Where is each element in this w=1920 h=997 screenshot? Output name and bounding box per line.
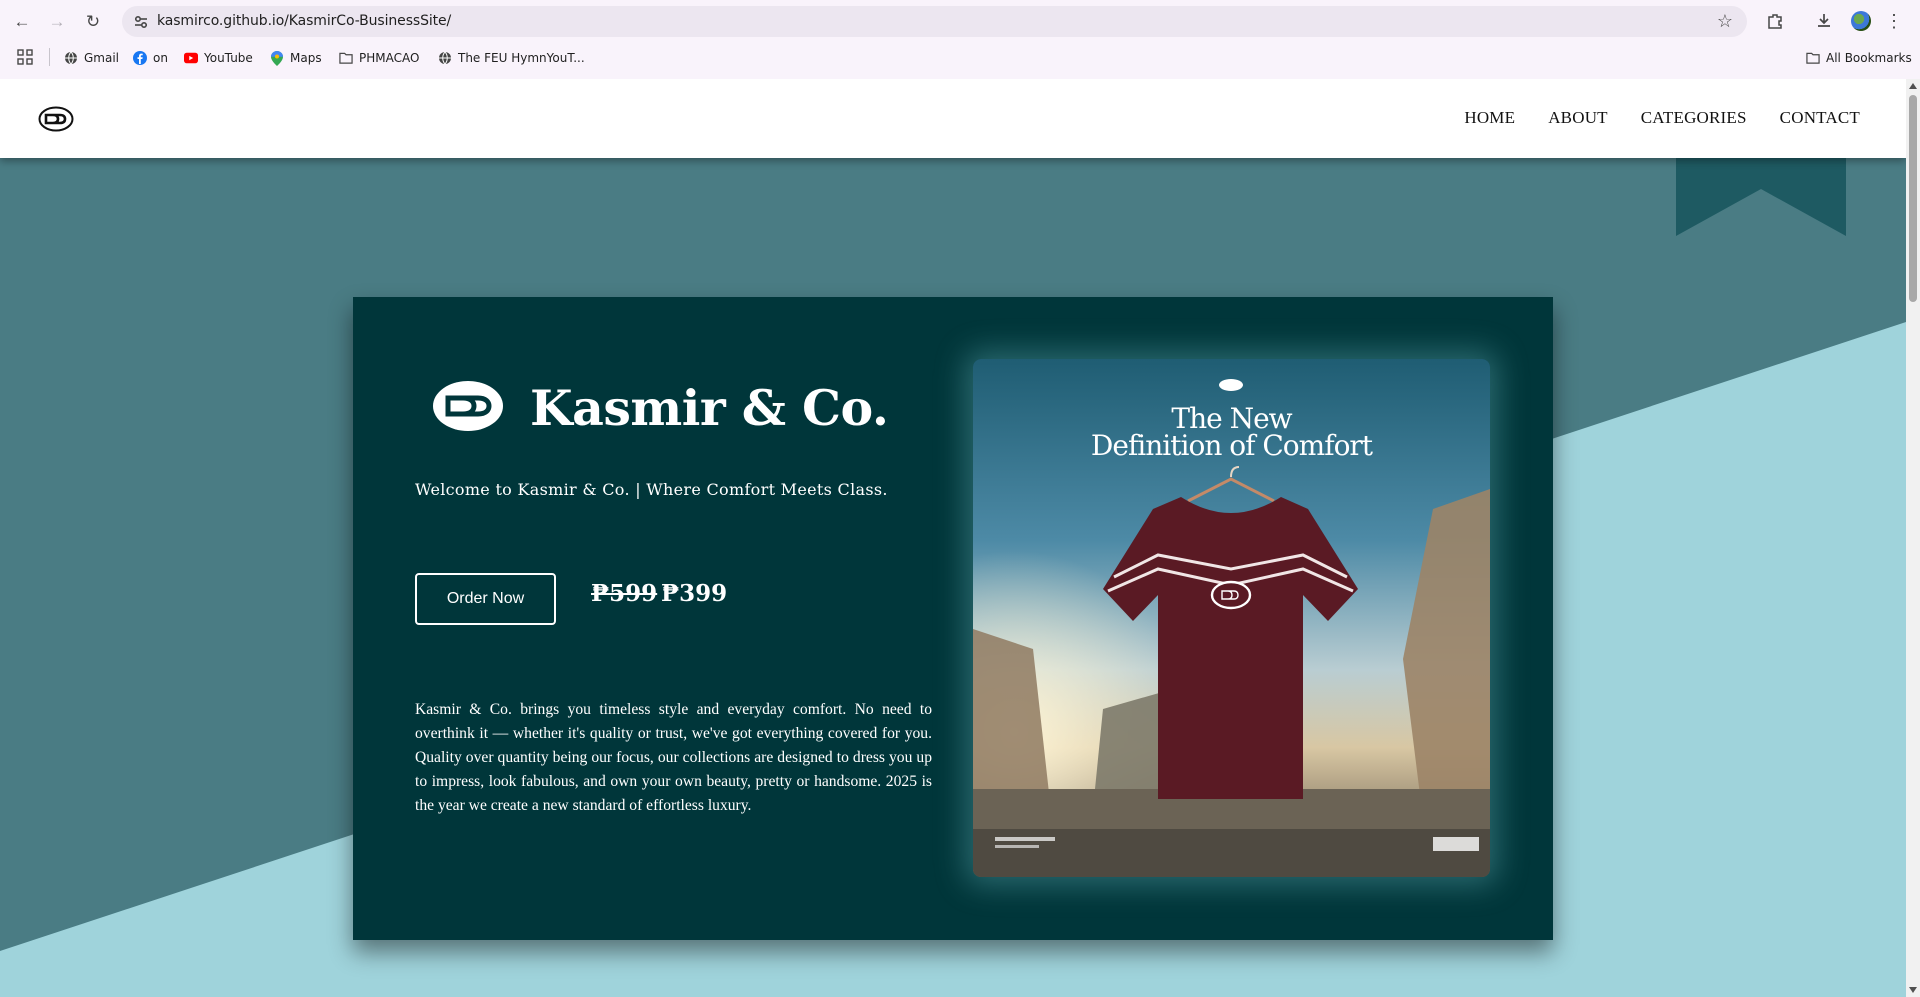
folder-icon [339,51,353,65]
page-viewport: HOME ABOUT CATEGORIES CONTACT Kasmir & C… [0,79,1920,997]
browser-toolbar: ← → ↻ kasmirco.github.io/KasmirCo-Busine… [0,0,1920,42]
download-icon[interactable] [1812,9,1836,33]
bookmark-maps[interactable]: Maps [270,49,322,67]
bookmarks-bar: Gmail on YouTube Maps PHMACAO The FEU Hy… [0,44,1920,72]
bookmark-facebook[interactable]: on [133,49,168,67]
poster-headline: The New Definition of Comfort [973,402,1490,462]
site-info-icon[interactable] [132,13,150,31]
bookmark-folder-phmacao[interactable]: PHMACAO [339,49,419,67]
price-sale: ₱399 [661,580,728,607]
brand-title: Kasmir & Co. [530,379,889,437]
bookmark-label: PHMACAO [359,51,420,65]
poster-headline-line-1: The New [1171,402,1292,435]
nav-categories-link[interactable]: CATEGORIES [1641,108,1747,128]
extensions-icon[interactable] [1763,9,1787,33]
all-bookmarks[interactable]: All Bookmarks [1806,49,1912,67]
page-scrollbar[interactable] [1906,79,1920,997]
brand-logo-icon [433,381,503,431]
reload-icon[interactable]: ↻ [80,9,106,35]
profile-avatar[interactable] [1849,9,1873,33]
hero-card: Kasmir & Co. Welcome to Kasmir & Co. | W… [353,297,1553,940]
bookmark-feu-hymn[interactable]: The FEU HymnYouT... [438,49,585,67]
nav-contact-link[interactable]: CONTACT [1780,108,1860,128]
bookmark-label: All Bookmarks [1826,51,1912,65]
nav-home-link[interactable]: HOME [1464,108,1515,128]
bookmark-label: YouTube [204,51,253,65]
hero-tagline: Welcome to Kasmir & Co. | Where Comfort … [415,480,888,499]
menu-kebab-icon[interactable]: ⋮ [1882,9,1906,33]
bookmark-label: Maps [290,51,322,65]
forward-icon[interactable]: → [44,9,70,35]
scrollbar-thumb[interactable] [1909,95,1917,302]
order-now-button[interactable]: Order Now [415,573,556,625]
back-icon[interactable]: ← [9,9,35,35]
poster-headline-line-2: Definition of Comfort [1090,429,1373,462]
globe-icon [64,51,78,65]
globe-icon [438,51,452,65]
folder-icon [1806,51,1820,65]
main-nav: HOME ABOUT CATEGORIES CONTACT [1464,108,1860,128]
nav-about-link[interactable]: ABOUT [1548,108,1608,128]
bookmark-label: The FEU HymnYouT... [458,51,585,65]
bookmark-label: on [153,51,168,65]
facebook-icon [133,51,147,65]
bookmark-star-icon[interactable]: ☆ [1717,11,1733,32]
scroll-up-arrow-icon[interactable] [1909,83,1917,89]
youtube-icon [184,51,198,65]
hero-description: Kasmir & Co. brings you timeless style a… [415,701,932,814]
bookmark-gmail[interactable]: Gmail [64,49,119,67]
scroll-down-arrow-icon[interactable] [1909,987,1917,993]
product-poster-image: The New Definition of Comfort [973,359,1490,877]
browser-chrome: ← → ↻ kasmirco.github.io/KasmirCo-Busine… [0,0,1920,79]
site-header: HOME ABOUT CATEGORIES CONTACT [0,79,1906,158]
url-text: kasmirco.github.io/KasmirCo-BusinessSite… [157,13,452,29]
price-original: ₱599 [591,580,658,607]
address-bar[interactable]: kasmirco.github.io/KasmirCo-BusinessSite… [122,6,1747,37]
bookmark-label: Gmail [84,51,120,65]
brand-logo-icon[interactable] [38,106,74,132]
bookmark-youtube[interactable]: YouTube [184,49,253,67]
maps-pin-icon [270,50,284,66]
